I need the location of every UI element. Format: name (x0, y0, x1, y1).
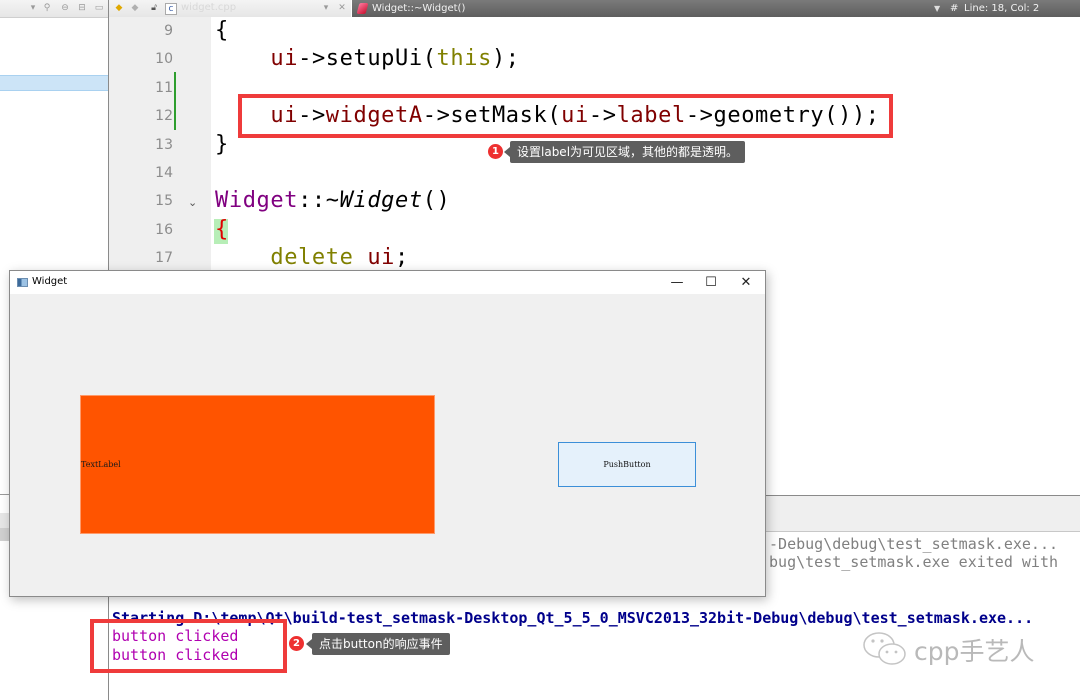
filter-icon[interactable]: ⚲ (42, 3, 52, 13)
code-token: ->setupUi( (298, 46, 437, 71)
selected-tree-item[interactable] (0, 75, 108, 91)
window-title: Widget (32, 276, 68, 287)
watermark-text: cpp手艺人 (914, 637, 1035, 666)
line-number: 11 (155, 80, 173, 96)
dropdown-arrow-icon[interactable]: ▾ (28, 3, 38, 13)
change-marker (174, 72, 176, 130)
code-line: { (215, 217, 229, 242)
widget-window[interactable]: Widget — ☐ ✕ TextLabel PushButton (9, 270, 766, 597)
code-token: ui (270, 46, 299, 71)
line-number: 16 (155, 222, 173, 238)
code-token: { (215, 18, 229, 43)
line-number: 13 (155, 137, 173, 153)
unlock-icon[interactable]: 🔓︎ (149, 3, 159, 13)
editor-toolbar: ◆ ◆ 🔓︎ c widget.cpp ▾ ✕ (109, 0, 351, 18)
code-line: Widget::~Widget() (215, 188, 450, 213)
line-number: 12 (155, 108, 173, 124)
line-number: 9 (164, 23, 173, 39)
text-label-widget: TextLabel (80, 395, 435, 534)
code-line: { (215, 18, 229, 43)
cpp-file-icon: c (165, 3, 177, 15)
line-number: 10 (155, 51, 173, 67)
hash-icon: # (950, 3, 959, 14)
code-token: ); (491, 46, 520, 71)
line-number: 14 (155, 165, 173, 181)
project-toolbar: ▾ ⚲ ⊖ ⊟ ▭ (0, 0, 108, 18)
annotation-tooltip-2: 点击button的响应事件 (306, 633, 450, 655)
function-selector[interactable]: Widget::~Widget() (372, 0, 465, 17)
close-button[interactable]: ✕ (729, 271, 763, 294)
annotation-badge-2: 2 (289, 636, 304, 651)
annotation-badge-1: 1 (488, 144, 503, 159)
back-icon[interactable]: ◆ (114, 3, 124, 13)
window-titlebar[interactable]: Widget — ☐ ✕ (10, 271, 765, 294)
line-number: 17 (155, 250, 173, 266)
close-pane-icon[interactable]: ▭ (94, 3, 104, 13)
fold-chevron-icon[interactable]: ⌄ (188, 196, 197, 209)
close-file-icon[interactable]: ✕ (337, 3, 347, 13)
function-icon (356, 3, 369, 14)
code-line: delete ui; (215, 245, 409, 270)
code-token: this (436, 46, 492, 71)
forward-icon[interactable]: ◆ (130, 3, 140, 13)
code-token: ::~ (298, 188, 340, 213)
wechat-icon (863, 632, 906, 665)
code-token: { (215, 217, 229, 242)
code-token: () (422, 188, 451, 213)
link-icon[interactable]: ⊖ (60, 3, 70, 13)
split-icon[interactable]: ⊟ (77, 3, 87, 13)
code-token: } (215, 132, 229, 157)
code-line: } (215, 132, 229, 157)
cursor-position[interactable]: Line: 18, Col: 2 (964, 0, 1039, 17)
code-token: ui (367, 245, 396, 270)
code-line: ui->setupUi(this); (215, 46, 520, 71)
highlight-box-output (90, 619, 287, 673)
minimize-button[interactable]: — (660, 271, 694, 294)
highlight-box-setmask (238, 94, 893, 138)
push-button[interactable]: PushButton (558, 442, 696, 487)
text-label: TextLabel (81, 460, 121, 469)
file-dropdown-icon[interactable]: ▾ (321, 3, 331, 13)
code-token: Widget (339, 188, 423, 213)
function-selector-bar: Widget::~Widget() ▼ # Line: 18, Col: 2 (352, 0, 1080, 17)
annotation-tooltip-1: 设置label为可见区域，其他的都是透明。 (503, 141, 746, 163)
file-name[interactable]: widget.cpp (181, 2, 236, 13)
maximize-button[interactable]: ☐ (694, 271, 728, 294)
code-token: Widget (215, 188, 299, 213)
function-dropdown-icon[interactable]: ▼ (934, 0, 940, 17)
line-number: 15 (155, 193, 173, 209)
app-icon (17, 278, 28, 287)
code-token: ; (395, 245, 409, 270)
code-token: delete (270, 245, 354, 270)
